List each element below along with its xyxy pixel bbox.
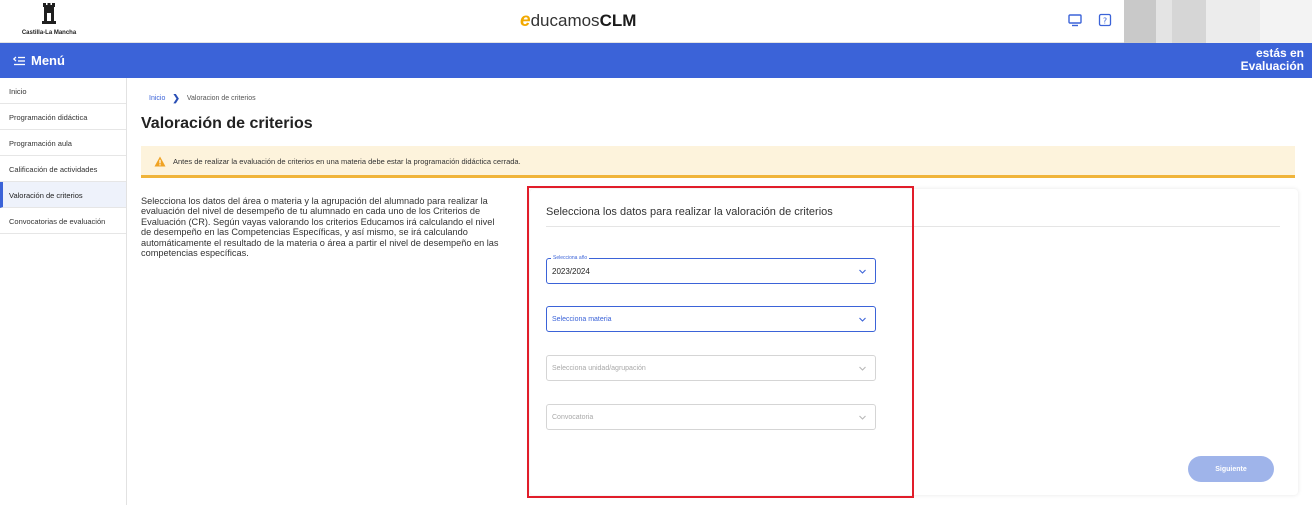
- warning-banner: Antes de realizar la evaluación de crite…: [141, 146, 1295, 178]
- card-title: Selecciona los datos para realizar la va…: [546, 206, 833, 218]
- warning-icon: [154, 156, 166, 167]
- region-logo[interactable]: Castilla-La Mancha: [8, 3, 90, 41]
- sidebar-item-valoracion-criterios[interactable]: Valoración de criterios: [0, 182, 126, 208]
- year-select[interactable]: Selecciona año 2023/2024: [546, 255, 876, 284]
- brand-logo[interactable]: educamosCLM: [520, 10, 636, 32]
- breadcrumb-home-link[interactable]: Inicio: [149, 95, 165, 102]
- call-select-placeholder: Convocatoria: [552, 414, 594, 421]
- current-context: estás en Evaluación: [1241, 47, 1304, 73]
- blurred-user-info: [1260, 0, 1312, 43]
- sidebar-item-programacion-didactica[interactable]: Programación didáctica: [0, 104, 126, 130]
- blurred-user-info: [1156, 0, 1172, 43]
- warning-text: Antes de realizar la evaluación de crite…: [173, 157, 521, 166]
- sidebar-item-inicio[interactable]: Inicio: [0, 78, 126, 104]
- subject-select-placeholder: Selecciona materia: [552, 316, 612, 323]
- chevron-down-icon: [859, 415, 866, 420]
- context-line2: Evaluación: [1240, 59, 1304, 73]
- castle-icon: [42, 3, 56, 24]
- sidebar-item-convocatorias-evaluacion[interactable]: Convocatorias de evaluación: [0, 208, 126, 234]
- unit-select-placeholder: Selecciona unidad/agrupación: [552, 365, 646, 372]
- chevron-down-icon: [859, 366, 866, 371]
- region-logo-text: Castilla-La Mancha: [21, 30, 77, 36]
- blurred-user-info: [1172, 0, 1206, 43]
- menu-bar: Menú estás en Evaluación: [0, 43, 1312, 78]
- sidebar-item-calificacion-actividades[interactable]: Calificación de actividades: [0, 156, 126, 182]
- menu-toggle-button[interactable]: Menú: [13, 53, 65, 68]
- brand-prefix: e: [520, 10, 531, 31]
- breadcrumb-current: Valoracion de criterios: [186, 95, 256, 102]
- brand-suffix: CLM: [599, 11, 637, 30]
- next-button[interactable]: Siguiente: [1188, 456, 1274, 482]
- svg-text:?: ?: [1103, 17, 1107, 26]
- card-divider: [546, 226, 1280, 227]
- menu-collapse-icon: [13, 56, 25, 65]
- monitor-icon[interactable]: [1067, 12, 1083, 28]
- page-title: Valoración de criterios: [141, 115, 313, 132]
- blurred-avatar: [1124, 0, 1156, 43]
- selection-card: Selecciona los datos para realizar la va…: [530, 189, 1298, 495]
- intro-text: Selecciona los datos del área o materia …: [141, 196, 499, 259]
- unit-select[interactable]: Selecciona unidad/agrupación: [546, 355, 876, 381]
- blurred-user-info: [1206, 0, 1260, 43]
- help-icon[interactable]: ?: [1097, 12, 1113, 28]
- top-header: Castilla-La Mancha educamosCLM ?: [0, 0, 1312, 43]
- subject-select[interactable]: Selecciona materia: [546, 306, 876, 332]
- breadcrumb: Inicio ❯ Valoracion de criterios: [149, 93, 256, 104]
- year-select-label: Selecciona año: [551, 255, 590, 261]
- sidebar-item-programacion-aula[interactable]: Programación aula: [0, 130, 126, 156]
- sidebar: Inicio Programación didáctica Programaci…: [0, 78, 127, 505]
- chevron-right-icon: ❯: [172, 93, 180, 103]
- chevron-down-icon: [859, 317, 866, 322]
- brand-main: ducamos: [530, 11, 600, 30]
- call-select[interactable]: Convocatoria: [546, 404, 876, 430]
- menu-label: Menú: [31, 53, 65, 68]
- chevron-down-icon: [859, 269, 866, 274]
- year-select-value: 2023/2024: [552, 267, 590, 276]
